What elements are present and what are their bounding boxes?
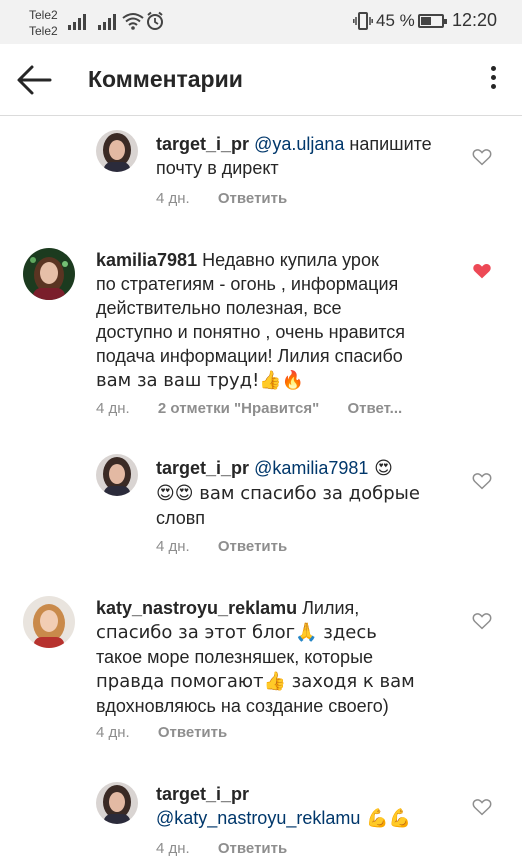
likes-count-link[interactable]: 2 отметки "Нравится" [158, 400, 319, 417]
reply-button[interactable]: Ответить [158, 724, 227, 741]
status-bar: Tele2 Tele2 45 % 12:20 [0, 0, 522, 44]
battery-percent: 45 % [376, 11, 415, 30]
comment-time: 4 дн. [96, 724, 130, 741]
battery-icon [418, 14, 447, 28]
comment-username[interactable]: katy_nastroyu_reklamu [96, 598, 297, 618]
app-header: Комментарии [0, 44, 522, 116]
reply-button[interactable]: Ответить [218, 190, 287, 207]
avatar[interactable] [23, 248, 75, 300]
more-options-icon[interactable] [488, 66, 498, 94]
like-heart-icon[interactable] [472, 472, 492, 490]
comment-mention[interactable]: @ya.uljana [254, 134, 344, 154]
comment-meta: 4 дн. Ответить [96, 724, 251, 741]
comment-reply: target_i_pr @kamilia7981 😍 😍😍 вам спасиб… [0, 440, 522, 570]
comment: katy_nastroyu_reklamu Лилия, спасибо за … [0, 574, 522, 760]
clock: 12:20 [452, 10, 498, 30]
reply-button[interactable]: Ответить [218, 840, 287, 857]
like-heart-icon[interactable] [472, 262, 492, 280]
comment-username[interactable]: target_i_pr [156, 458, 249, 478]
comment-mention[interactable]: @katy_nastroyu_reklamu [156, 808, 360, 828]
like-heart-icon[interactable] [472, 148, 492, 166]
comment-time: 4 дн. [156, 840, 190, 857]
avatar[interactable] [23, 596, 75, 648]
carrier-1: Tele2 [29, 8, 58, 22]
wifi-icon [122, 13, 144, 30]
comment-text: katy_nastroyu_reklamu Лилия, спасибо за … [96, 598, 415, 716]
signal-icon-2 [98, 12, 118, 30]
comment-text: kamilia7981 Недавно купила урок по страт… [96, 250, 406, 391]
signal-icon [68, 12, 88, 30]
comment-mention[interactable]: @kamilia7981 [254, 458, 368, 478]
reply-button[interactable]: Ответить [218, 538, 287, 555]
page-title: Комментарии [88, 66, 243, 92]
comment: kamilia7981 Недавно купила урок по страт… [0, 226, 522, 436]
comment-meta: 4 дн. Ответить [156, 190, 311, 207]
carrier-2: Tele2 [29, 24, 58, 38]
comment-time: 4 дн. [156, 538, 190, 555]
like-heart-icon[interactable] [472, 612, 492, 630]
comment-username[interactable]: target_i_pr [156, 784, 249, 804]
comment-text: target_i_pr @kamilia7981 😍 😍😍 вам спасиб… [156, 458, 420, 528]
comment-meta: 4 дн. Ответить [156, 840, 311, 857]
comment-meta: 4 дн. 2 отметки "Нравится" Ответ... [96, 400, 426, 417]
comment-meta: 4 дн. Ответить [156, 538, 311, 555]
comment-time: 4 дн. [156, 190, 190, 207]
avatar[interactable] [96, 454, 138, 496]
back-arrow-icon[interactable] [14, 60, 54, 100]
comment-username[interactable]: kamilia7981 [96, 250, 197, 270]
alarm-icon [147, 11, 163, 30]
comment-text: target_i_pr @katy_nastroyu_reklamu 💪💪 [156, 784, 411, 829]
reply-button[interactable]: Ответ... [347, 400, 402, 417]
comment-time: 4 дн. [96, 400, 130, 417]
vibrate-icon [353, 12, 373, 30]
avatar[interactable] [96, 782, 138, 824]
like-heart-icon[interactable] [472, 798, 492, 816]
avatar[interactable] [96, 130, 138, 172]
comment-text: target_i_pr @ya.uljana напишите почту в … [156, 134, 432, 178]
comment-reply: target_i_pr @ya.uljana напишите почту в … [0, 116, 522, 226]
comment-reply: target_i_pr @katy_nastroyu_reklamu 💪💪 4 … [0, 770, 522, 868]
comment-username[interactable]: target_i_pr [156, 134, 249, 154]
